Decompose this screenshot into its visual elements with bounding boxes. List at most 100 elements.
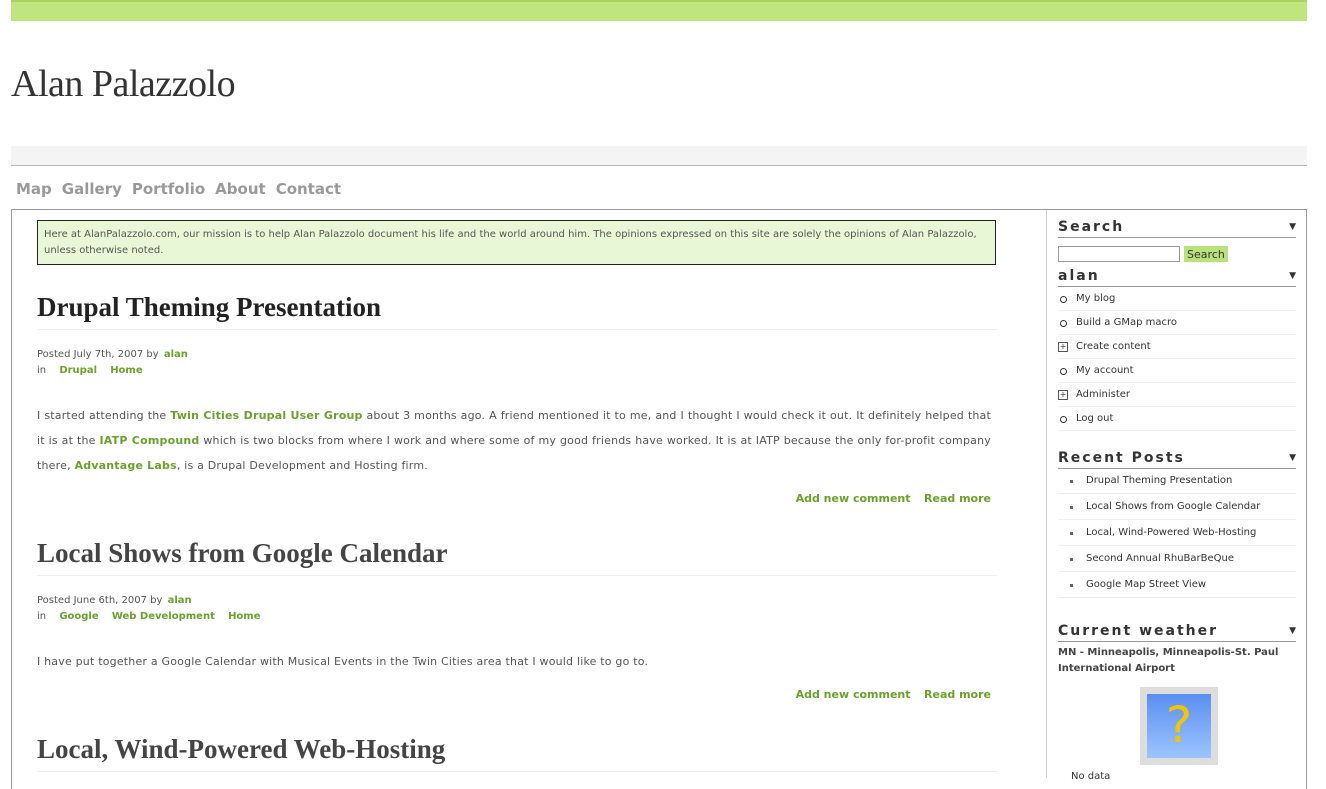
body-text-segment: I started attending the xyxy=(37,409,171,422)
in-label: in xyxy=(37,365,47,376)
bullet-icon xyxy=(1070,480,1073,483)
bullet-icon xyxy=(1060,368,1067,375)
weather-status: No data xyxy=(1071,771,1111,782)
nav-map[interactable]: Map xyxy=(16,180,52,198)
recent-post-item[interactable]: Google Map Street View xyxy=(1058,573,1296,598)
tag-home[interactable]: Home xyxy=(110,365,142,376)
link-advantage-labs[interactable]: Advantage Labs xyxy=(75,459,177,472)
primary-nav: Map Gallery Portfolio About Contact xyxy=(16,180,341,198)
menu-item-my-account[interactable]: My account xyxy=(1058,360,1296,383)
column-divider xyxy=(1046,210,1047,778)
menu-item-label: My blog xyxy=(1076,293,1116,304)
question-mark-glyph: ? xyxy=(1165,696,1193,754)
menu-item-administer[interactable]: + Administer xyxy=(1058,384,1296,407)
tag-home[interactable]: Home xyxy=(228,611,260,622)
top-accent-bar xyxy=(11,0,1307,21)
post-meta: Posted June 6th, 2007 by alan in Google … xyxy=(37,593,997,625)
expand-plus-icon[interactable]: + xyxy=(1058,390,1068,400)
sidebar: Search ▼ Search alan ▼ My blog Build a G… xyxy=(1058,218,1296,782)
menu-item-log-out[interactable]: Log out xyxy=(1058,408,1296,431)
author-link[interactable]: alan xyxy=(164,349,188,360)
block-title: Recent Posts ▼ xyxy=(1058,449,1296,469)
collapse-caret-icon[interactable]: ▼ xyxy=(1289,271,1296,281)
post-title[interactable]: Drupal Theming Presentation xyxy=(37,292,997,330)
post-links: Add new comment Read more xyxy=(37,492,997,505)
weather-block: Current weather ▼ MN - Minneapolis, Minn… xyxy=(1058,622,1296,782)
recent-post-label: Drupal Theming Presentation xyxy=(1086,475,1233,486)
bullet-icon xyxy=(1070,558,1073,561)
bullet-icon xyxy=(1060,320,1067,327)
recent-post-item[interactable]: Local Shows from Google Calendar xyxy=(1058,495,1296,520)
menu-item-label: My account xyxy=(1076,365,1134,376)
menu-item-create-content[interactable]: + Create content xyxy=(1058,336,1296,359)
search-row: Search xyxy=(1058,246,1296,262)
tag-web-development[interactable]: Web Development xyxy=(112,611,215,622)
weather-station: MN - Minneapolis, Minneapolis-St. Paul I… xyxy=(1058,647,1279,674)
search-button[interactable]: Search xyxy=(1184,246,1228,262)
collapse-caret-icon[interactable]: ▼ xyxy=(1289,453,1296,463)
bullet-icon xyxy=(1070,532,1073,535)
recent-posts-title: Recent Posts xyxy=(1058,450,1185,466)
post-title[interactable]: Local, Wind-Powered Web-Hosting xyxy=(37,734,997,772)
mission-statement: Here at AlanPalazzolo.com, our mission i… xyxy=(37,220,996,265)
recent-post-label: Second Annual RhuBarBeQue xyxy=(1086,553,1235,564)
recent-post-label: Local, Wind-Powered Web-Hosting xyxy=(1086,527,1257,538)
link-tcdug[interactable]: Twin Cities Drupal User Group xyxy=(170,409,362,422)
recent-post-item[interactable]: Local, Wind-Powered Web-Hosting xyxy=(1058,521,1296,546)
menu-item-my-blog[interactable]: My blog xyxy=(1058,288,1296,311)
recent-post-label: Local Shows from Google Calendar xyxy=(1086,501,1261,512)
recent-posts-list: Drupal Theming Presentation Local Shows … xyxy=(1058,469,1296,598)
nav-portfolio[interactable]: Portfolio xyxy=(132,180,205,198)
menu-item-label: Build a GMap macro xyxy=(1076,317,1177,328)
menu-item-label: Administer xyxy=(1076,389,1131,400)
block-title: Current weather ▼ xyxy=(1058,622,1296,642)
bullet-icon xyxy=(1070,506,1073,509)
author-link[interactable]: alan xyxy=(168,595,192,606)
in-label: in xyxy=(37,611,47,622)
post-body: I started attending the Twin Cities Drup… xyxy=(37,403,991,478)
user-block: alan ▼ My blog Build a GMap macro + Creat… xyxy=(1058,267,1296,431)
posted-date: Posted June 6th, 2007 by xyxy=(37,595,163,606)
nav-gallery[interactable]: Gallery xyxy=(62,180,122,198)
read-more-link[interactable]: Read more xyxy=(924,688,991,701)
bullet-icon xyxy=(1070,584,1073,587)
user-menu: My blog Build a GMap macro + Create conte… xyxy=(1058,288,1296,431)
recent-post-item[interactable]: Second Annual RhuBarBeQue xyxy=(1058,547,1296,572)
recent-post-item[interactable]: Drupal Theming Presentation xyxy=(1058,469,1296,494)
menu-item-build-gmap[interactable]: Build a GMap macro xyxy=(1058,312,1296,335)
post-title[interactable]: Local Shows from Google Calendar xyxy=(37,538,997,576)
menu-item-label: Create content xyxy=(1076,341,1151,352)
body-text-segment: , is a Drupal Development and Hosting fi… xyxy=(176,459,428,472)
posted-date: Posted July 7th, 2007 by xyxy=(37,349,159,360)
site-title[interactable]: Alan Palazzolo xyxy=(11,62,236,106)
tag-drupal[interactable]: Drupal xyxy=(59,365,97,376)
add-comment-link[interactable]: Add new comment xyxy=(796,492,911,505)
recent-post-label: Google Map Street View xyxy=(1086,579,1207,590)
user-block-title: alan xyxy=(1058,268,1100,284)
read-more-link[interactable]: Read more xyxy=(924,492,991,505)
post-meta: Posted July 7th, 2007 by alan in Drupal … xyxy=(37,347,997,379)
collapse-caret-icon[interactable]: ▼ xyxy=(1289,222,1296,232)
add-comment-link[interactable]: Add new comment xyxy=(796,688,911,701)
link-iatp[interactable]: IATP Compound xyxy=(100,434,200,447)
recent-posts-block: Recent Posts ▼ Drupal Theming Presentati… xyxy=(1058,449,1296,598)
tag-google[interactable]: Google xyxy=(59,611,98,622)
header-divider-bar xyxy=(11,146,1307,166)
post-drupal-theming: Drupal Theming Presentation Posted July … xyxy=(37,292,997,505)
search-block: Search ▼ Search xyxy=(1058,218,1296,262)
post-local-shows: Local Shows from Google Calendar Posted … xyxy=(37,538,997,701)
bullet-icon xyxy=(1060,296,1067,303)
post-body: I have put together a Google Calendar wi… xyxy=(37,655,649,668)
bullet-icon xyxy=(1060,416,1067,423)
expand-plus-icon[interactable]: + xyxy=(1058,342,1068,352)
collapse-caret-icon[interactable]: ▼ xyxy=(1289,626,1296,636)
nav-contact[interactable]: Contact xyxy=(276,180,341,198)
nav-about[interactable]: About xyxy=(215,180,266,198)
weather-block-title: Current weather xyxy=(1058,623,1219,639)
search-block-title: Search xyxy=(1058,219,1125,235)
post-wind-hosting: Local, Wind-Powered Web-Hosting xyxy=(37,734,997,772)
menu-item-label: Log out xyxy=(1076,413,1114,424)
block-title: Search ▼ xyxy=(1058,218,1296,238)
weather-unknown-icon: ? xyxy=(1140,687,1218,765)
search-input[interactable] xyxy=(1058,246,1180,262)
